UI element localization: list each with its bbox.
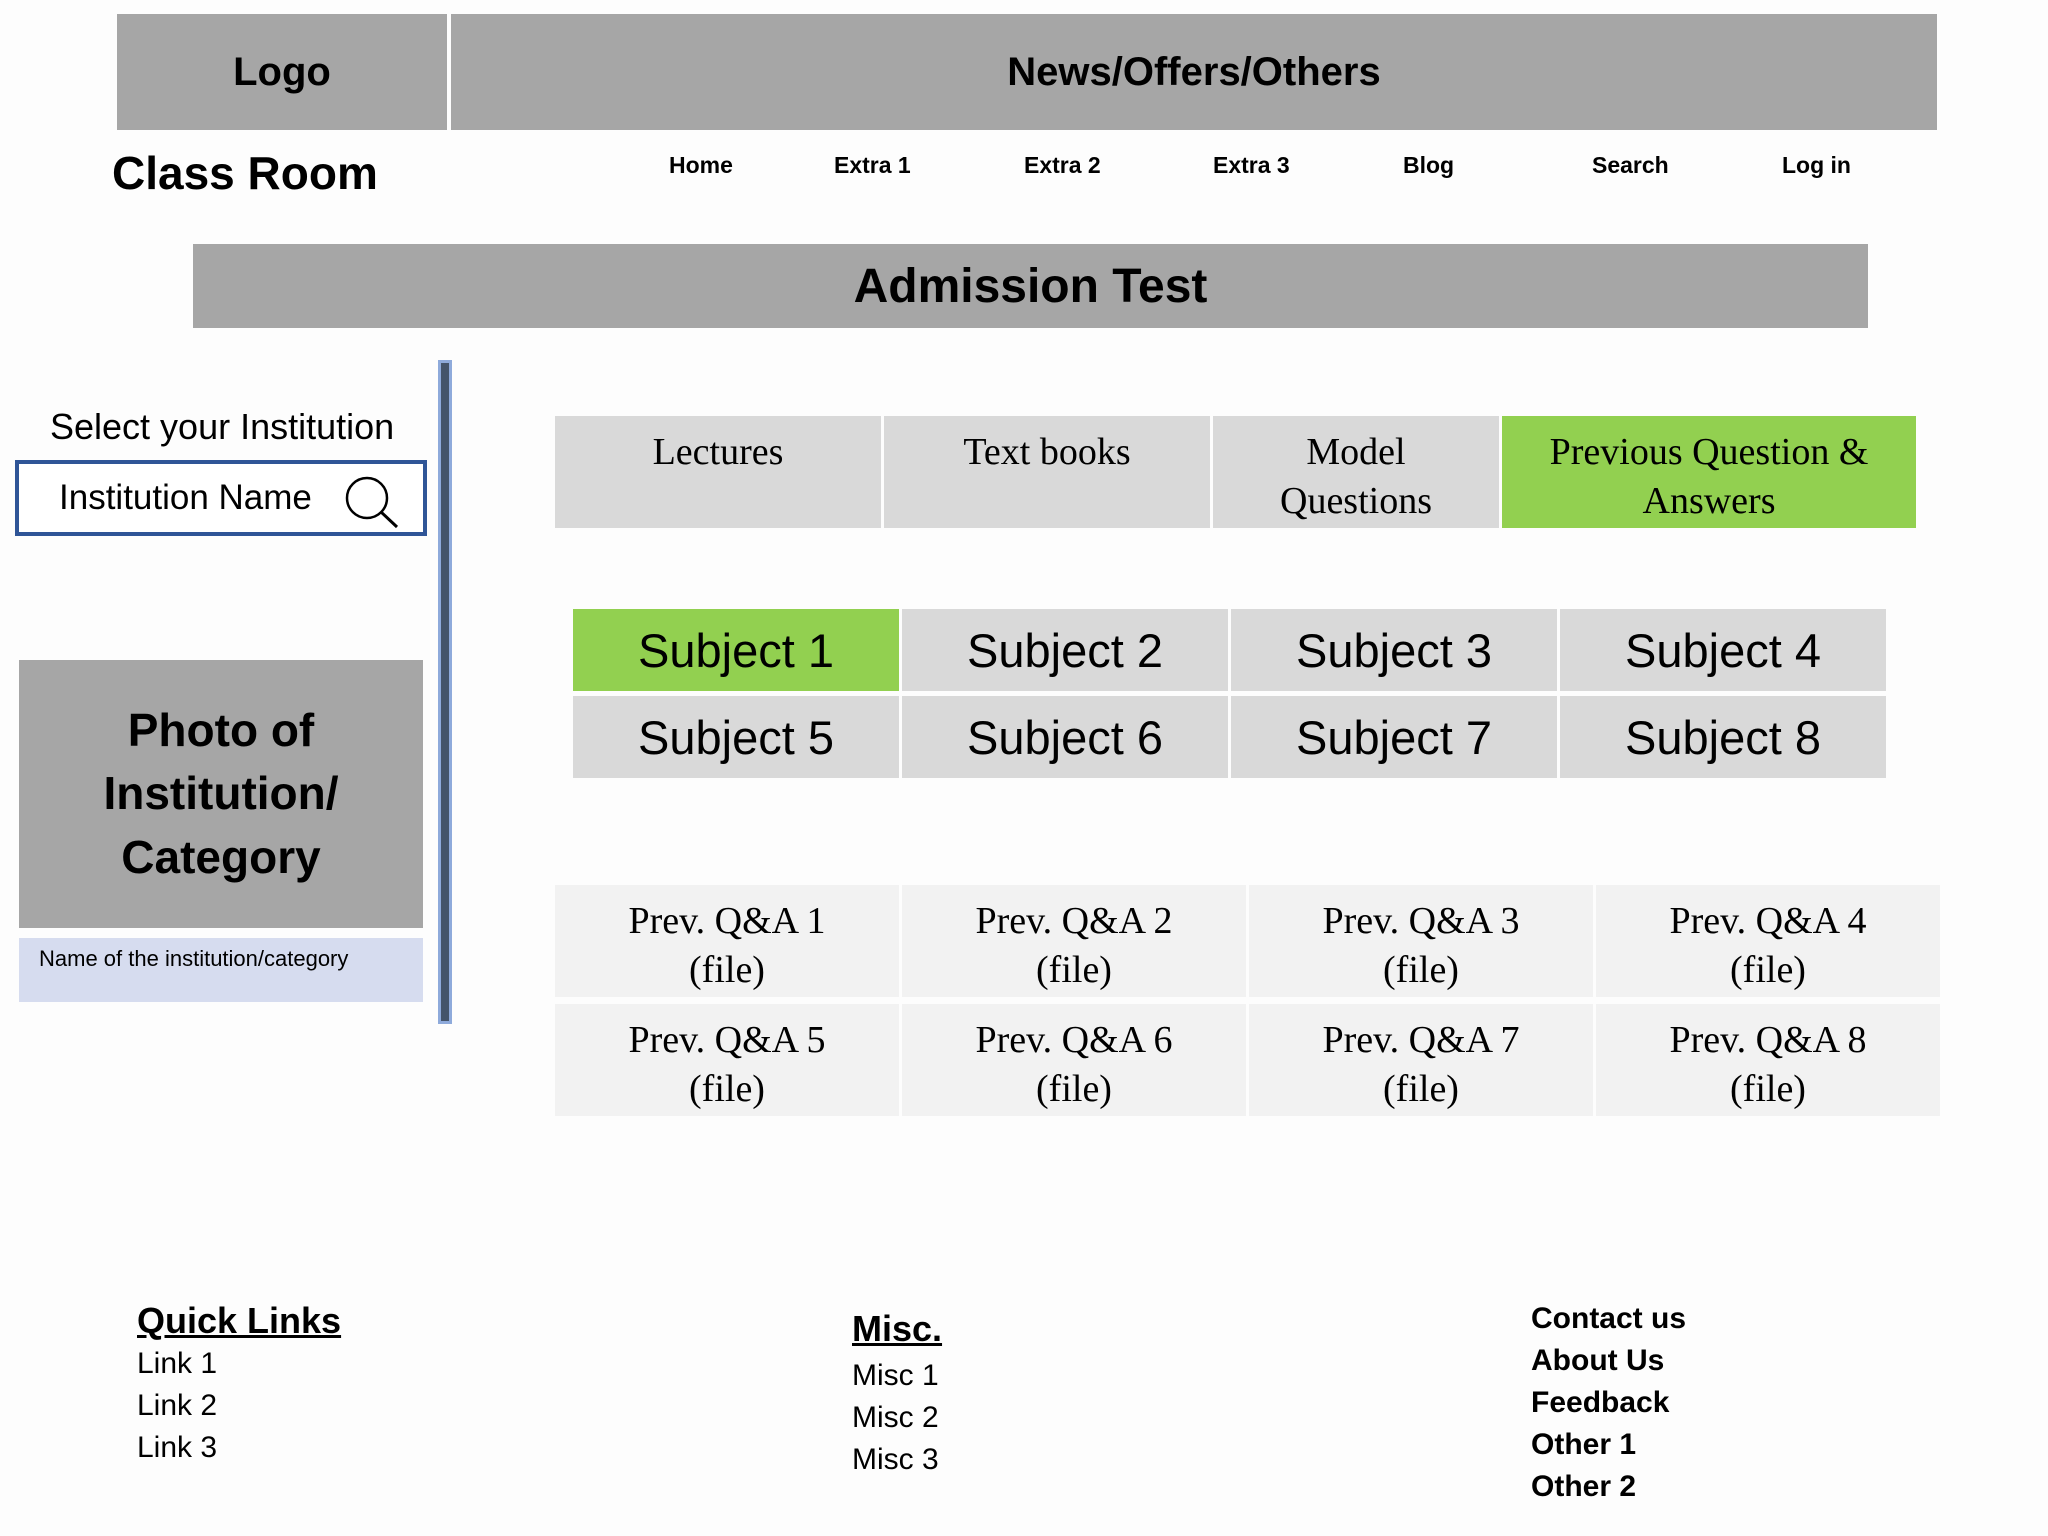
institution-photo-label: Photo of Institution/ Category xyxy=(103,704,339,883)
tab-previous-qa[interactable]: Previous Question & Answers xyxy=(1502,416,1916,528)
qa-file-2[interactable]: Prev. Q&A 2 (file) xyxy=(902,885,1246,997)
qa-file-7[interactable]: Prev. Q&A 7 (file) xyxy=(1249,1004,1593,1116)
site-title: Class Room xyxy=(112,147,378,199)
footer-link-3[interactable]: Link 3 xyxy=(137,1431,217,1465)
qa-file-title: Prev. Q&A 1 xyxy=(628,900,826,942)
footer-misc-3[interactable]: Misc 3 xyxy=(852,1443,939,1477)
subject-5[interactable]: Subject 5 xyxy=(573,696,899,778)
select-institution-label: Select your Institution xyxy=(50,406,395,447)
qa-file-type: (file) xyxy=(689,1068,765,1110)
qa-file-type: (file) xyxy=(689,949,765,991)
footer-misc-2[interactable]: Misc 2 xyxy=(852,1401,939,1435)
sidebar-divider xyxy=(438,360,452,1024)
qa-file-type: (file) xyxy=(1383,1068,1459,1110)
footer-misc-heading: Misc. xyxy=(852,1308,943,1349)
qa-file-title: Prev. Q&A 7 xyxy=(1322,1019,1520,1061)
footer-other-1[interactable]: Other 1 xyxy=(1531,1428,1636,1462)
qa-file-8[interactable]: Prev. Q&A 8 (file) xyxy=(1596,1004,1940,1116)
footer-about-us[interactable]: About Us xyxy=(1531,1344,1664,1378)
page-title: Admission Test xyxy=(193,244,1868,328)
footer-misc-1[interactable]: Misc 1 xyxy=(852,1359,939,1393)
nav-extra-2[interactable]: Extra 2 xyxy=(1024,152,1101,179)
logo-placeholder[interactable]: Logo xyxy=(117,14,447,130)
nav-extra-3[interactable]: Extra 3 xyxy=(1213,152,1290,179)
qa-file-1[interactable]: Prev. Q&A 1 (file) xyxy=(555,885,899,997)
nav-search[interactable]: Search xyxy=(1592,152,1669,179)
nav-home[interactable]: Home xyxy=(669,152,733,179)
institution-caption: Name of the institution/category xyxy=(19,938,423,1002)
qa-file-type: (file) xyxy=(1730,949,1806,991)
subject-7[interactable]: Subject 7 xyxy=(1231,696,1557,778)
subject-4[interactable]: Subject 4 xyxy=(1560,609,1886,691)
footer-link-2[interactable]: Link 2 xyxy=(137,1389,217,1423)
tab-model-questions[interactable]: Model Questions xyxy=(1213,416,1499,528)
subject-8[interactable]: Subject 8 xyxy=(1560,696,1886,778)
qa-file-3[interactable]: Prev. Q&A 3 (file) xyxy=(1249,885,1593,997)
qa-file-title: Prev. Q&A 5 xyxy=(628,1019,826,1061)
institution-search-input[interactable] xyxy=(57,477,351,519)
institution-search-box[interactable] xyxy=(15,460,427,536)
qa-file-type: (file) xyxy=(1036,1068,1112,1110)
qa-file-title: Prev. Q&A 6 xyxy=(975,1019,1173,1061)
subject-2[interactable]: Subject 2 xyxy=(902,609,1228,691)
footer-quick-links-heading: Quick Links xyxy=(137,1300,342,1341)
institution-photo: Photo of Institution/ Category xyxy=(19,660,423,928)
tab-text-books[interactable]: Text books xyxy=(884,416,1210,528)
footer-link-1[interactable]: Link 1 xyxy=(137,1347,217,1381)
subject-1[interactable]: Subject 1 xyxy=(573,609,899,691)
search-icon[interactable] xyxy=(343,474,401,535)
nav-blog[interactable]: Blog xyxy=(1403,152,1454,179)
subject-3[interactable]: Subject 3 xyxy=(1231,609,1557,691)
qa-file-title: Prev. Q&A 4 xyxy=(1669,900,1867,942)
news-banner[interactable]: News/Offers/Others xyxy=(451,14,1937,130)
qa-file-type: (file) xyxy=(1383,949,1459,991)
qa-file-4[interactable]: Prev. Q&A 4 (file) xyxy=(1596,885,1940,997)
nav-extra-1[interactable]: Extra 1 xyxy=(834,152,911,179)
qa-file-type: (file) xyxy=(1036,949,1112,991)
qa-file-type: (file) xyxy=(1730,1068,1806,1110)
qa-file-title: Prev. Q&A 8 xyxy=(1669,1019,1867,1061)
footer-other-2[interactable]: Other 2 xyxy=(1531,1470,1636,1504)
qa-file-title: Prev. Q&A 2 xyxy=(975,900,1173,942)
nav-login[interactable]: Log in xyxy=(1782,152,1851,179)
qa-file-title: Prev. Q&A 3 xyxy=(1322,900,1520,942)
qa-file-6[interactable]: Prev. Q&A 6 (file) xyxy=(902,1004,1246,1116)
tab-lectures[interactable]: Lectures xyxy=(555,416,881,528)
footer-feedback[interactable]: Feedback xyxy=(1531,1386,1669,1420)
subject-6[interactable]: Subject 6 xyxy=(902,696,1228,778)
qa-file-5[interactable]: Prev. Q&A 5 (file) xyxy=(555,1004,899,1116)
footer-contact-us[interactable]: Contact us xyxy=(1531,1302,1686,1336)
